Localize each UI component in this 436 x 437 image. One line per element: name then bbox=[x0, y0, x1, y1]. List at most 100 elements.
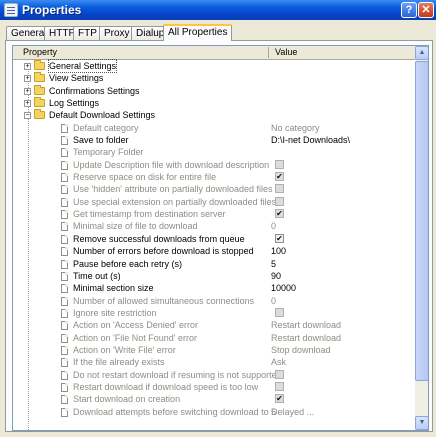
category-label[interactable]: Default Download Settings bbox=[49, 109, 155, 121]
property-name[interactable]: Default category bbox=[73, 122, 139, 134]
column-header-value[interactable]: Value bbox=[275, 47, 297, 57]
property-name[interactable]: Action on 'File Not Found' error bbox=[73, 332, 197, 344]
property-row[interactable]: Save to folder D:\I-net Downloads\ bbox=[13, 134, 415, 146]
property-name[interactable]: Update Description file with download de… bbox=[73, 159, 269, 171]
property-name[interactable]: Download attempts before switching downl… bbox=[73, 406, 314, 418]
property-name[interactable]: Temporary Folder bbox=[73, 146, 144, 158]
property-row[interactable]: Do not restart download if resuming is n… bbox=[13, 369, 415, 381]
unchecked-checkbox[interactable] bbox=[275, 381, 284, 391]
property-value[interactable]: D:\I-net Downloads\ bbox=[271, 134, 350, 146]
property-name[interactable]: Ignore site restriction bbox=[73, 307, 157, 319]
tab-all-properties[interactable]: All Properties bbox=[163, 24, 233, 41]
category-row-default-download-settings[interactable]: − Default Download Settings bbox=[13, 109, 415, 121]
unchecked-checkbox[interactable] bbox=[275, 159, 284, 169]
property-value[interactable]: 0 bbox=[271, 295, 276, 307]
category-row-confirmations-settings[interactable]: + Confirmations Settings bbox=[13, 84, 415, 97]
property-name[interactable]: Do not restart download if resuming is n… bbox=[73, 369, 282, 381]
property-name[interactable]: Use 'hidden' attribute on partially down… bbox=[73, 183, 273, 195]
property-value[interactable]: Restart download bbox=[271, 319, 341, 331]
property-value[interactable]: No category bbox=[271, 122, 320, 134]
property-value[interactable]: 100 bbox=[271, 245, 286, 257]
expand-icon[interactable]: + bbox=[24, 75, 31, 83]
property-value[interactable]: 0 bbox=[271, 220, 276, 232]
unchecked-checkbox[interactable] bbox=[275, 196, 284, 206]
scroll-down-icon[interactable]: ▼ bbox=[415, 416, 428, 430]
column-divider[interactable] bbox=[268, 47, 269, 58]
scroll-up-icon[interactable]: ▲ bbox=[415, 46, 428, 60]
property-value[interactable]: 5 bbox=[271, 406, 276, 418]
property-row[interactable]: Time out (s) 90 bbox=[13, 270, 415, 282]
property-value[interactable]: Ask bbox=[271, 356, 286, 368]
property-name[interactable]: Minimal section size bbox=[73, 282, 154, 294]
property-row[interactable]: Minimal size of file to download 0 bbox=[13, 220, 415, 232]
property-row[interactable]: Number of allowed simultaneous connectio… bbox=[13, 295, 415, 307]
property-row[interactable]: Number of errors before download is stop… bbox=[13, 245, 415, 257]
property-value[interactable]: Restart download bbox=[271, 332, 341, 344]
property-name[interactable]: Restart download if download speed is to… bbox=[73, 381, 258, 393]
category-label[interactable]: General Settings bbox=[47, 59, 118, 73]
help-button[interactable]: ? bbox=[401, 2, 417, 18]
property-row[interactable]: Download attempts before switching downl… bbox=[13, 406, 415, 418]
checked-checkbox[interactable] bbox=[275, 172, 284, 182]
category-row-general-settings[interactable]: + General Settings bbox=[13, 59, 415, 73]
category-label[interactable]: Log Settings bbox=[49, 97, 99, 109]
close-button[interactable]: ✕ bbox=[418, 2, 434, 18]
property-name[interactable]: Number of errors before download is stop… bbox=[73, 245, 254, 257]
property-name[interactable]: Action on 'Write File' error bbox=[73, 344, 176, 356]
property-name[interactable]: Start download on creation bbox=[73, 393, 180, 405]
unchecked-checkbox[interactable] bbox=[275, 307, 284, 317]
property-row[interactable]: Use special extension on partially downl… bbox=[13, 196, 415, 208]
property-row[interactable]: Start download on creation bbox=[13, 393, 415, 405]
property-name[interactable]: Use special extension on partially downl… bbox=[73, 196, 276, 208]
property-row[interactable]: Default category No category bbox=[13, 122, 415, 134]
property-name[interactable]: Minimal size of file to download bbox=[73, 220, 198, 232]
property-row[interactable]: Temporary Folder bbox=[13, 146, 415, 158]
expand-icon[interactable]: + bbox=[24, 87, 31, 95]
checked-checkbox[interactable] bbox=[275, 233, 284, 243]
tab-proxy[interactable]: Proxy bbox=[99, 26, 135, 40]
category-label[interactable]: Confirmations Settings bbox=[49, 85, 140, 97]
property-row[interactable]: Get timestamp from destination server bbox=[13, 208, 415, 220]
expand-icon[interactable]: + bbox=[24, 100, 31, 108]
property-name[interactable]: Reserve space on disk for entire file bbox=[73, 171, 216, 183]
property-row[interactable]: Restart download if download speed is to… bbox=[13, 381, 415, 393]
property-row[interactable]: If the file already exists Ask bbox=[13, 356, 415, 368]
property-row[interactable]: Remove successful downloads from queue bbox=[13, 233, 415, 245]
property-value[interactable]: 10000 bbox=[271, 282, 296, 294]
property-row[interactable]: Minimal section size 10000 bbox=[13, 282, 415, 294]
vertical-scrollbar[interactable]: ▲ ▼ bbox=[415, 46, 428, 430]
collapse-icon[interactable]: − bbox=[24, 112, 31, 120]
property-row[interactable]: Pause before each retry (s) 5 bbox=[13, 258, 415, 270]
category-row-log-settings[interactable]: + Log Settings bbox=[13, 97, 415, 109]
property-name[interactable]: Remove successful downloads from queue bbox=[73, 233, 245, 245]
category-label[interactable]: View Settings bbox=[49, 72, 103, 84]
property-grid: Property Value + General Settings + View… bbox=[12, 45, 429, 431]
property-name[interactable]: Time out (s) bbox=[73, 270, 121, 282]
property-name[interactable]: Save to folder bbox=[73, 134, 129, 146]
property-row[interactable]: Reserve space on disk for entire file bbox=[13, 171, 415, 183]
column-header-property[interactable]: Property bbox=[23, 47, 57, 57]
property-value[interactable]: Stop download bbox=[271, 344, 331, 356]
property-value[interactable]: 90 bbox=[271, 270, 281, 282]
property-name[interactable]: Number of allowed simultaneous connectio… bbox=[73, 295, 254, 307]
property-row[interactable]: Ignore site restriction bbox=[13, 307, 415, 319]
checked-checkbox[interactable] bbox=[275, 209, 284, 219]
property-name[interactable]: Get timestamp from destination server bbox=[73, 208, 226, 220]
property-value[interactable]: 5 bbox=[271, 258, 276, 270]
property-name[interactable]: Pause before each retry (s) bbox=[73, 258, 182, 270]
property-name[interactable]: Action on 'Access Denied' error bbox=[73, 319, 198, 331]
scrollbar-thumb[interactable] bbox=[415, 61, 428, 381]
property-row[interactable]: Action on 'File Not Found' error Restart … bbox=[13, 332, 415, 344]
property-row[interactable]: Action on 'Access Denied' error Restart d… bbox=[13, 319, 415, 331]
property-name[interactable]: If the file already exists bbox=[73, 356, 165, 368]
expand-icon[interactable]: + bbox=[24, 63, 31, 70]
property-page-icon bbox=[61, 345, 68, 355]
tab-ftp[interactable]: FTP bbox=[73, 26, 102, 40]
unchecked-checkbox[interactable] bbox=[275, 369, 284, 379]
property-row[interactable]: Use 'hidden' attribute on partially down… bbox=[13, 183, 415, 195]
unchecked-checkbox[interactable] bbox=[275, 184, 284, 194]
property-row[interactable]: Action on 'Write File' error Stop downloa… bbox=[13, 344, 415, 356]
checked-checkbox[interactable] bbox=[275, 394, 284, 404]
category-row-view-settings[interactable]: + View Settings bbox=[13, 72, 415, 84]
property-row[interactable]: Update Description file with download de… bbox=[13, 159, 415, 171]
